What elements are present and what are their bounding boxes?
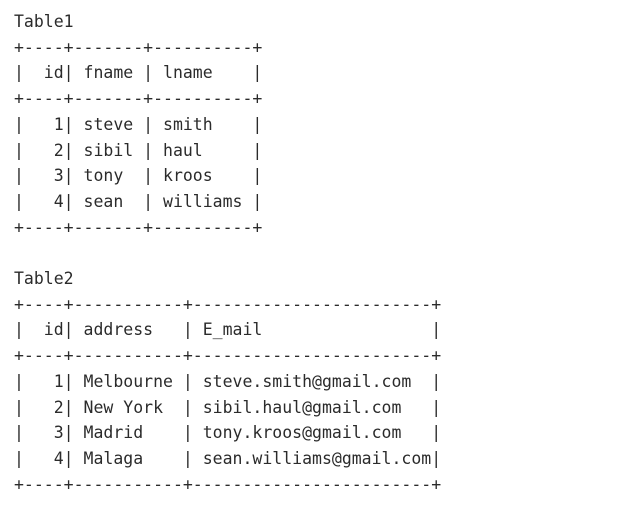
table2-caption: Table2 xyxy=(14,269,74,289)
table1-caption: Table1 xyxy=(14,12,74,31)
table2-ascii-grid: +----+-----------+----------------------… xyxy=(14,294,442,494)
terminal-output: Table1 +----+-------+----------+ | id| f… xyxy=(0,0,642,514)
table-block-table1: Table1 +----+-------+----------+ | id| f… xyxy=(14,9,642,240)
spacer-between-tables xyxy=(14,240,642,266)
table-block-table2: Table2 +----+-----------+---------------… xyxy=(14,266,642,497)
table1-ascii-grid: +----+-------+----------+ | id| fname | … xyxy=(14,37,263,237)
